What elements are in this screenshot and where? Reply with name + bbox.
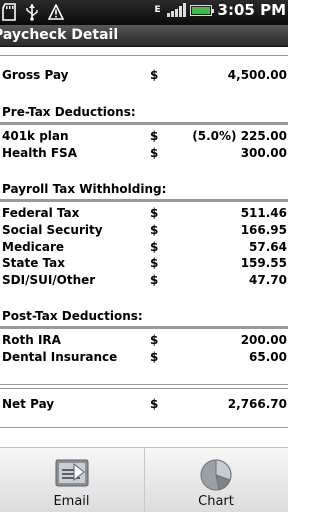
posttax-amount: 65.00 [249, 350, 287, 364]
payroll-row: State Tax $ 159.55 [0, 256, 288, 273]
sd-card-icon [2, 3, 16, 21]
posttax-amount: 200.00 [240, 333, 287, 347]
network-type-indicator: E [154, 4, 161, 15]
clock-time: 3:05 [217, 1, 255, 19]
status-system: E 3:05 PM [153, 1, 286, 19]
divider [0, 427, 288, 428]
payroll-amount: 159.55 [240, 256, 287, 270]
title-bar: Paycheck Detail [0, 25, 288, 47]
section-divider [0, 199, 288, 202]
payroll-row: Federal Tax $ 511.46 [0, 206, 288, 223]
payroll-label: Social Security [2, 223, 103, 237]
gross-pay-amount: 4,500.00 [227, 68, 287, 82]
posttax-label: Dental Insurance [2, 350, 118, 364]
clock: 3:05 PM [218, 1, 286, 19]
net-pay-amount: 2,766.70 [227, 397, 287, 411]
pretax-heading: Pre-Tax Deductions: [2, 105, 136, 119]
email-button[interactable]: Email [0, 448, 143, 512]
divider [0, 55, 288, 56]
gross-pay-row: Gross Pay $ 4,500.00 [0, 68, 288, 85]
posttax-label: Roth IRA [2, 333, 61, 347]
chart-button-label: Chart [198, 494, 234, 509]
clock-ampm: PM [260, 1, 286, 19]
currency-symbol: $ [150, 256, 159, 270]
signal-icon [166, 3, 186, 17]
payroll-amount: 57.64 [249, 240, 287, 254]
status-notifications [2, 3, 64, 21]
posttax-row: Roth IRA $ 200.00 [0, 333, 288, 350]
payroll-amount: 47.70 [249, 273, 287, 287]
pretax-amount: 300.00 [240, 146, 287, 160]
payroll-label: State Tax [2, 256, 66, 270]
currency-symbol: $ [150, 397, 159, 411]
status-bar: E 3:05 PM [0, 0, 288, 25]
section-divider [0, 326, 288, 329]
paycheck-detail-list: Gross Pay $ 4,500.00 Pre-Tax Deductions:… [0, 47, 288, 447]
currency-symbol: $ [150, 206, 159, 220]
net-pay-row: Net Pay $ 2,766.70 [0, 397, 288, 414]
pretax-amount: (5.0%) 225.00 [192, 129, 287, 143]
gross-pay-label: Gross Pay [2, 68, 69, 82]
email-button-label: Email [53, 494, 90, 509]
pretax-label: Health FSA [2, 146, 77, 160]
payroll-row: SDI/SUI/Other $ 47.70 [0, 273, 288, 290]
posttax-row: Dental Insurance $ 65.00 [0, 350, 288, 367]
currency-symbol: $ [150, 333, 159, 347]
payroll-row: Medicare $ 57.64 [0, 240, 288, 257]
posttax-heading: Post-Tax Deductions: [2, 309, 143, 323]
warning-icon [48, 4, 64, 20]
payroll-label: SDI/SUI/Other [2, 273, 96, 287]
total-divider [0, 384, 288, 389]
payroll-row: Social Security $ 166.95 [0, 223, 288, 240]
currency-symbol: $ [150, 240, 159, 254]
payroll-heading: Payroll Tax Withholding: [2, 182, 167, 196]
section-divider [0, 122, 288, 125]
battery-level [191, 6, 210, 14]
currency-symbol: $ [150, 129, 159, 143]
chart-button[interactable]: Chart [144, 448, 287, 512]
page-title: Paycheck Detail [0, 27, 119, 43]
battery-icon [189, 4, 214, 16]
payroll-label: Federal Tax [2, 206, 80, 220]
payroll-amount: 166.95 [240, 223, 287, 237]
currency-symbol: $ [150, 68, 159, 82]
currency-symbol: $ [150, 223, 159, 237]
currency-symbol: $ [150, 146, 159, 160]
usb-icon [26, 4, 38, 21]
payroll-label: Medicare [2, 240, 65, 254]
pretax-row: Health FSA $ 300.00 [0, 146, 288, 163]
pie-chart-icon [200, 459, 232, 491]
currency-symbol: $ [150, 273, 159, 287]
payroll-amount: 511.46 [240, 206, 287, 220]
bottom-action-bar: Email Chart [0, 447, 288, 512]
pretax-label: 401k plan [2, 129, 69, 143]
currency-symbol: $ [150, 350, 159, 364]
pretax-row: 401k plan $ (5.0%) 225.00 [0, 129, 288, 146]
email-icon [55, 459, 88, 487]
net-pay-label: Net Pay [2, 397, 55, 411]
